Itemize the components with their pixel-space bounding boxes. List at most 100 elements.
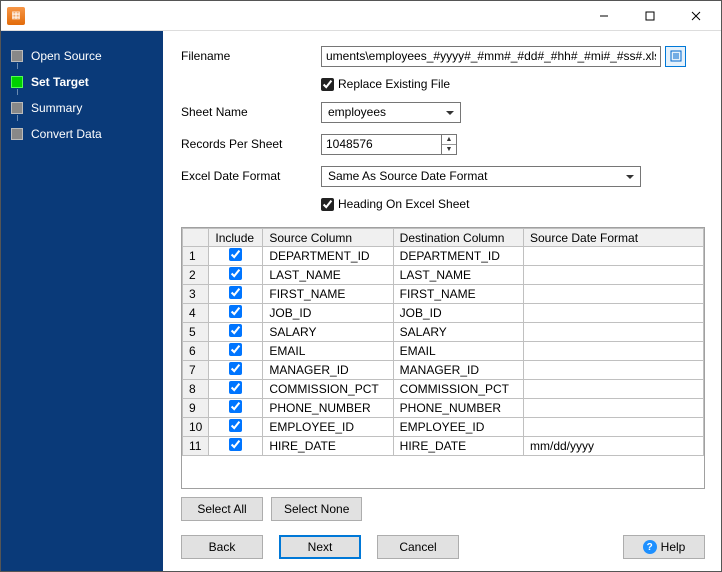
destination-column-cell[interactable]: HIRE_DATE [393,437,523,456]
cancel-button[interactable]: Cancel [377,535,459,559]
include-checkbox[interactable] [229,305,242,318]
include-checkbox[interactable] [229,438,242,451]
column-grid[interactable]: Include Source Column Destination Column… [181,227,705,489]
minimize-button[interactable] [581,1,627,31]
include-cell[interactable] [209,304,263,323]
include-cell[interactable] [209,418,263,437]
source-column-cell[interactable]: HIRE_DATE [263,437,393,456]
help-button-label: Help [661,540,686,554]
table-row[interactable]: 6EMAILEMAIL [183,342,704,361]
spinner-up-icon[interactable]: ▲ [442,135,456,145]
destination-column-cell[interactable]: COMMISSION_PCT [393,380,523,399]
table-row[interactable]: 9PHONE_NUMBERPHONE_NUMBER [183,399,704,418]
help-button[interactable]: ? Help [623,535,705,559]
source-date-format-cell[interactable] [524,342,704,361]
row-number-cell: 11 [183,437,209,456]
browse-button[interactable] [665,46,686,67]
source-date-format-cell[interactable] [524,380,704,399]
table-row[interactable]: 11HIRE_DATEHIRE_DATEmm/dd/yyyy [183,437,704,456]
source-date-format-header[interactable]: Source Date Format [524,229,704,247]
close-button[interactable] [673,1,719,31]
source-date-format-cell[interactable] [524,285,704,304]
destination-column-cell[interactable]: DEPARTMENT_ID [393,247,523,266]
source-column-cell[interactable]: LAST_NAME [263,266,393,285]
include-cell[interactable] [209,399,263,418]
select-all-button[interactable]: Select All [181,497,263,521]
destination-column-cell[interactable]: PHONE_NUMBER [393,399,523,418]
source-date-format-cell[interactable] [524,304,704,323]
source-date-format-cell[interactable] [524,418,704,437]
back-button[interactable]: Back [181,535,263,559]
step-connector [17,115,18,121]
include-checkbox[interactable] [229,324,242,337]
destination-column-cell[interactable]: FIRST_NAME [393,285,523,304]
include-checkbox[interactable] [229,286,242,299]
source-date-format-cell[interactable] [524,399,704,418]
include-cell[interactable] [209,342,263,361]
destination-column-cell[interactable]: SALARY [393,323,523,342]
sidebar-item-open-source[interactable]: Open Source [1,43,163,69]
replace-existing-checkbox[interactable] [321,78,334,91]
destination-column-cell[interactable]: MANAGER_ID [393,361,523,380]
include-checkbox[interactable] [229,419,242,432]
include-cell[interactable] [209,323,263,342]
include-cell[interactable] [209,247,263,266]
source-date-format-cell[interactable]: mm/dd/yyyy [524,437,704,456]
sidebar-item-label: Set Target [31,75,89,89]
sidebar-item-summary[interactable]: Summary [1,95,163,121]
source-column-cell[interactable]: DEPARTMENT_ID [263,247,393,266]
source-column-cell[interactable]: FIRST_NAME [263,285,393,304]
include-checkbox[interactable] [229,362,242,375]
destination-column-cell[interactable]: EMAIL [393,342,523,361]
include-header[interactable]: Include [209,229,263,247]
include-checkbox[interactable] [229,248,242,261]
include-cell[interactable] [209,437,263,456]
include-checkbox[interactable] [229,343,242,356]
destination-column-cell[interactable]: JOB_ID [393,304,523,323]
excel-date-format-select[interactable]: Same As Source Date Format [321,166,641,187]
sidebar-item-set-target[interactable]: Set Target [1,69,163,95]
include-cell[interactable] [209,266,263,285]
source-column-cell[interactable]: JOB_ID [263,304,393,323]
table-row[interactable]: 8COMMISSION_PCTCOMMISSION_PCT [183,380,704,399]
next-button[interactable]: Next [279,535,361,559]
include-checkbox[interactable] [229,381,242,394]
row-number-cell: 5 [183,323,209,342]
table-row[interactable]: 1DEPARTMENT_IDDEPARTMENT_ID [183,247,704,266]
destination-column-header[interactable]: Destination Column [393,229,523,247]
source-column-cell[interactable]: MANAGER_ID [263,361,393,380]
source-column-cell[interactable]: SALARY [263,323,393,342]
source-date-format-cell[interactable] [524,323,704,342]
spinner-down-icon[interactable]: ▼ [442,145,456,154]
sheet-name-select[interactable]: employees [321,102,461,123]
records-per-sheet-input[interactable] [321,134,441,155]
include-cell[interactable] [209,361,263,380]
source-column-cell[interactable]: PHONE_NUMBER [263,399,393,418]
include-checkbox[interactable] [229,400,242,413]
source-column-cell[interactable]: EMPLOYEE_ID [263,418,393,437]
source-column-cell[interactable]: EMAIL [263,342,393,361]
sidebar-item-convert-data[interactable]: Convert Data [1,121,163,147]
select-none-button[interactable]: Select None [271,497,362,521]
source-date-format-cell[interactable] [524,266,704,285]
table-row[interactable]: 10EMPLOYEE_IDEMPLOYEE_ID [183,418,704,437]
table-row[interactable]: 3FIRST_NAMEFIRST_NAME [183,285,704,304]
maximize-button[interactable] [627,1,673,31]
heading-on-sheet-checkbox[interactable] [321,198,334,211]
heading-on-sheet-label: Heading On Excel Sheet [338,197,469,211]
source-date-format-cell[interactable] [524,247,704,266]
table-row[interactable]: 4JOB_IDJOB_ID [183,304,704,323]
include-cell[interactable] [209,380,263,399]
source-column-header[interactable]: Source Column [263,229,393,247]
records-per-sheet-spinner[interactable]: ▲ ▼ [321,134,457,155]
destination-column-cell[interactable]: EMPLOYEE_ID [393,418,523,437]
source-column-cell[interactable]: COMMISSION_PCT [263,380,393,399]
table-row[interactable]: 5 SALARYSALARY [183,323,704,342]
source-date-format-cell[interactable] [524,361,704,380]
filename-input[interactable] [321,46,661,67]
table-row[interactable]: 2LAST_NAMELAST_NAME [183,266,704,285]
destination-column-cell[interactable]: LAST_NAME [393,266,523,285]
table-row[interactable]: 7MANAGER_IDMANAGER_ID [183,361,704,380]
include-checkbox[interactable] [229,267,242,280]
include-cell[interactable] [209,285,263,304]
